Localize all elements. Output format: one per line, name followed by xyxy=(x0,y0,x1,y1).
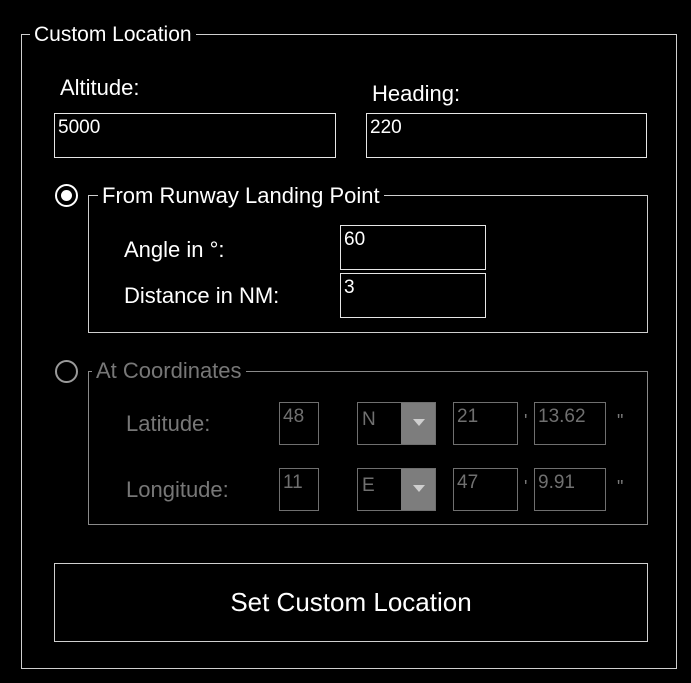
distance-label: Distance in NM: xyxy=(124,283,280,308)
from-runway-label[interactable]: From Runway Landing Point xyxy=(98,185,384,207)
longitude-minutes-input[interactable]: 47 xyxy=(453,468,518,511)
altitude-input[interactable]: 5000 xyxy=(54,113,336,158)
latitude-label: Latitude: xyxy=(126,411,211,436)
angle-label: Angle in °: xyxy=(124,237,225,262)
second-mark: " xyxy=(617,477,624,497)
chevron-down-icon[interactable] xyxy=(401,469,435,510)
radio-selected-dot xyxy=(61,190,72,201)
distance-input[interactable]: 3 xyxy=(340,273,486,318)
second-mark: " xyxy=(617,411,624,431)
chevron-down-icon[interactable] xyxy=(401,403,435,444)
latitude-minutes-input[interactable]: 21 xyxy=(453,402,518,445)
from-runway-radio-icon[interactable] xyxy=(55,184,78,207)
longitude-seconds-input[interactable]: 9.91 xyxy=(534,468,606,511)
latitude-degrees-input[interactable]: 48 xyxy=(279,402,319,445)
longitude-degrees-input[interactable]: 11 xyxy=(279,468,319,511)
altitude-label: Altitude: xyxy=(60,75,140,100)
coordinates-radio-icon[interactable] xyxy=(55,360,78,383)
heading-input[interactable]: 220 xyxy=(366,113,647,158)
minute-mark: ' xyxy=(524,411,528,431)
latitude-seconds-input[interactable]: 13.62 xyxy=(534,402,606,445)
heading-label: Heading: xyxy=(372,81,461,106)
coordinates-label[interactable]: At Coordinates xyxy=(92,360,246,382)
latitude-hemisphere-select[interactable]: N xyxy=(357,402,436,445)
minute-mark: ' xyxy=(524,477,528,497)
set-custom-location-button[interactable]: Set Custom Location xyxy=(54,563,648,642)
longitude-label: Longitude: xyxy=(126,477,229,502)
latitude-hemisphere-value: N xyxy=(362,409,376,430)
custom-location-title: Custom Location xyxy=(30,24,196,45)
longitude-hemisphere-value: E xyxy=(362,475,375,496)
longitude-hemisphere-select[interactable]: E xyxy=(357,468,436,511)
angle-input[interactable]: 60 xyxy=(340,225,486,270)
